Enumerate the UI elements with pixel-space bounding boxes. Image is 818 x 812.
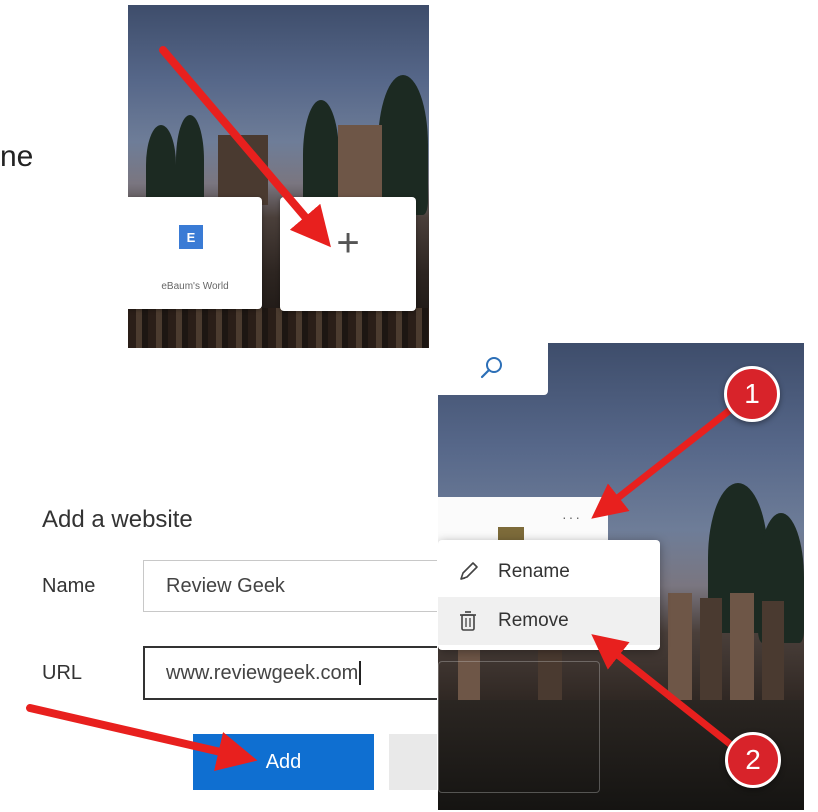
name-label: Name bbox=[42, 575, 96, 597]
menu-item-remove[interactable]: Remove bbox=[438, 597, 660, 645]
cancel-button-partial[interactable] bbox=[389, 734, 437, 790]
pencil-icon bbox=[438, 560, 498, 584]
menu-item-label: Remove bbox=[498, 610, 569, 631]
more-options-icon[interactable]: ··· bbox=[562, 509, 582, 525]
url-value: www.reviewgeek.com bbox=[166, 661, 359, 684]
faded-tile-outline bbox=[438, 661, 600, 793]
plus-icon: + bbox=[336, 221, 360, 265]
text-cursor bbox=[359, 661, 362, 685]
cropped-text-fragment: ne bbox=[0, 140, 34, 173]
url-input[interactable]: www.reviewgeek.com bbox=[143, 646, 437, 700]
name-input[interactable]: Review Geek bbox=[143, 560, 437, 612]
add-button[interactable]: Add bbox=[193, 734, 374, 790]
step-1-badge: 1 bbox=[724, 366, 780, 422]
ebaums-world-logo: E bbox=[179, 225, 203, 249]
top-site-tile-ebaums-world[interactable]: E eBaum's World bbox=[128, 197, 262, 309]
search-icon bbox=[480, 357, 502, 379]
context-menu: Rename Remove bbox=[438, 540, 660, 650]
trash-icon bbox=[438, 609, 498, 633]
search-box[interactable] bbox=[438, 343, 548, 395]
step-2-badge: 2 bbox=[725, 732, 781, 788]
menu-item-label: Rename bbox=[498, 561, 570, 582]
new-tab-photo-background: E eBaum's World + bbox=[128, 5, 429, 348]
add-site-tile[interactable]: + bbox=[280, 197, 416, 311]
dialog-title: Add a website bbox=[42, 506, 193, 533]
url-label: URL bbox=[42, 662, 83, 684]
menu-item-rename[interactable]: Rename bbox=[438, 548, 660, 596]
top-site-label: eBaum's World bbox=[161, 281, 229, 292]
